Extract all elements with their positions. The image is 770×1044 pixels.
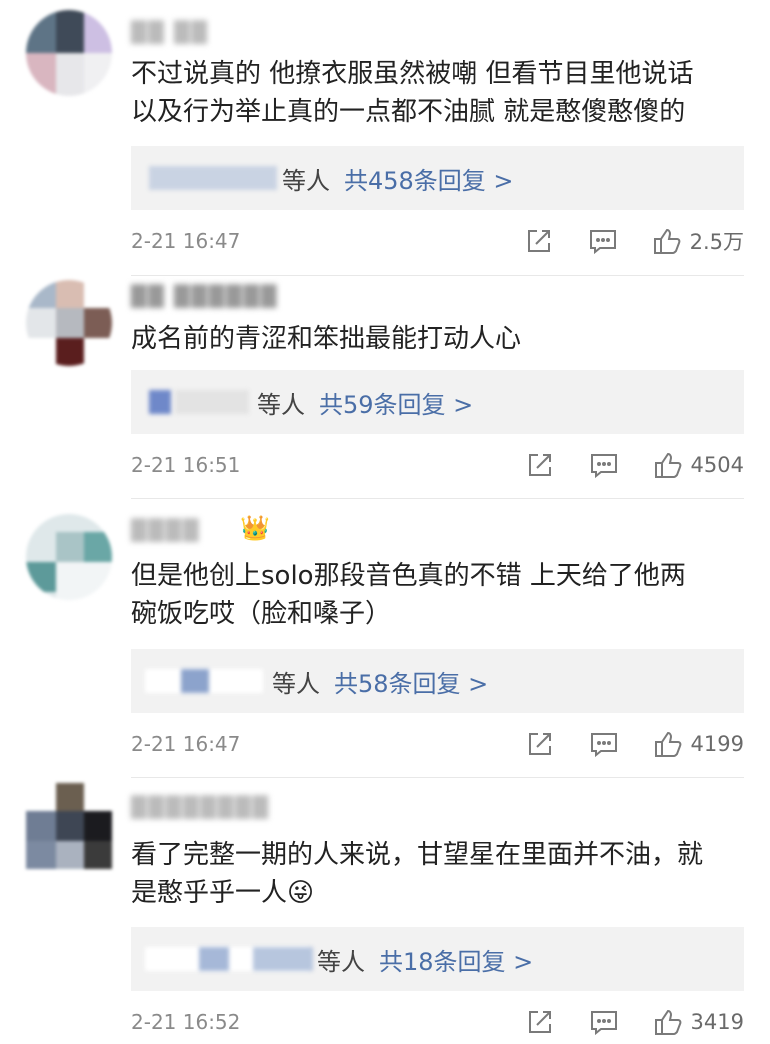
reply-usernames <box>145 943 315 975</box>
comment-icon <box>590 454 617 479</box>
reply-suffix: 等人 <box>282 166 330 195</box>
avatar[interactable] <box>26 783 112 869</box>
reply-preview[interactable]: 等人 共18条回复 > <box>131 927 744 991</box>
reply-preview[interactable]: 等人 共458条回复 > <box>131 146 744 210</box>
comment-icon <box>590 1011 617 1036</box>
reply-preview[interactable]: 等人 共58条回复 > <box>131 649 744 713</box>
timestamp: 2-21 16:47 <box>131 229 241 253</box>
reply-count-link[interactable]: 共18条回复 > <box>379 942 533 977</box>
comment-text: 看了完整一期的人来说，甘望星在里面并不油，就 是憨乎乎一人😜 <box>131 840 704 908</box>
comment-button[interactable] <box>589 1007 619 1037</box>
comment-button[interactable] <box>588 226 618 256</box>
comment-meta: 2-21 16:47 2.5万 <box>131 226 744 256</box>
username[interactable]: ██ ██████ <box>131 284 278 310</box>
share-button[interactable] <box>524 226 554 256</box>
comment-icon <box>589 230 616 255</box>
reply-count-link[interactable]: 共58条回复 > <box>334 664 488 699</box>
comment-meta: 2-21 16:51 4504 <box>131 450 744 480</box>
comment-text: 但是他创上solo那段音色真的不错 上天给了他两 碗饭吃哎（脸和嗓子） <box>131 561 686 629</box>
reply-suffix: 等人 <box>257 390 305 419</box>
share-button[interactable] <box>525 729 555 759</box>
crown-badge-icon: 👑 <box>240 514 270 542</box>
reply-count-link[interactable]: 共59条回复 > <box>319 385 473 420</box>
like-count: 4504 <box>690 453 744 477</box>
comment-text: 不过说真的 他撩衣服虽然被嘲 但看节目里他说话 以及行为举止真的一点都不油腻 就… <box>131 59 694 127</box>
thumbs-up-icon <box>653 228 680 254</box>
share-icon <box>528 1011 551 1033</box>
comment-button[interactable] <box>589 729 619 759</box>
timestamp: 2-21 16:47 <box>131 732 241 756</box>
thumbs-up-icon <box>654 1009 681 1035</box>
share-icon <box>527 230 550 252</box>
share-icon <box>528 454 551 476</box>
reply-usernames <box>145 162 280 194</box>
like-button[interactable]: 3419 <box>653 1007 744 1037</box>
share-button[interactable] <box>525 1007 555 1037</box>
timestamp: 2-21 16:51 <box>131 453 241 477</box>
like-button[interactable]: 4504 <box>653 450 744 480</box>
like-button[interactable]: 2.5万 <box>652 226 744 256</box>
username[interactable]: ████████ <box>131 795 351 821</box>
share-button[interactable] <box>525 450 555 480</box>
divider <box>131 498 744 499</box>
thumbs-up-icon <box>654 731 681 757</box>
comment-meta: 2-21 16:47 4199 <box>131 729 744 759</box>
reply-count-link[interactable]: 共458条回复 > <box>344 161 514 196</box>
avatar[interactable] <box>26 514 112 600</box>
reply-suffix: 等人 <box>272 669 320 698</box>
username[interactable]: ██ ██ <box>131 20 209 46</box>
laughing-emoji-icon: 😜 <box>287 878 315 908</box>
like-button[interactable]: 4199 <box>653 729 744 759</box>
comment-text: 成名前的青涩和笨拙最能打动人心 <box>131 324 522 354</box>
username[interactable]: ████ <box>131 518 231 544</box>
reply-suffix: 等人 <box>317 947 365 976</box>
comment-icon <box>590 733 617 758</box>
divider <box>131 275 744 276</box>
avatar[interactable] <box>26 10 112 96</box>
like-count: 4199 <box>690 732 744 756</box>
timestamp: 2-21 16:52 <box>131 1010 241 1034</box>
reply-usernames <box>145 665 270 697</box>
reply-preview[interactable]: 等人 共59条回复 > <box>131 370 744 434</box>
like-count: 3419 <box>690 1010 744 1034</box>
comment-button[interactable] <box>589 450 619 480</box>
thumbs-up-icon <box>654 452 681 478</box>
share-icon <box>528 733 551 755</box>
avatar[interactable] <box>26 280 112 366</box>
reply-usernames <box>145 386 255 418</box>
comment-meta: 2-21 16:52 3419 <box>131 1007 744 1037</box>
like-count: 2.5万 <box>689 230 744 254</box>
divider <box>131 777 744 778</box>
